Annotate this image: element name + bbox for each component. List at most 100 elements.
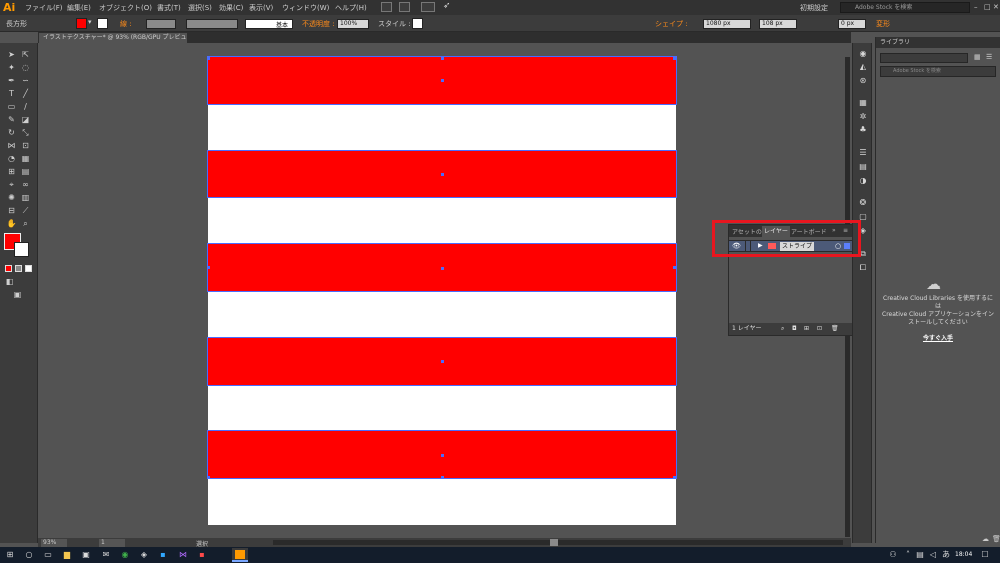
workspace-switcher[interactable]: 初期設定: [800, 3, 828, 13]
pathfinder-panel-icon[interactable]: ⧠: [858, 263, 868, 272]
stock-search-input[interactable]: Adobe Stock を検索: [840, 2, 970, 13]
pen-tool-icon[interactable]: ✒: [6, 75, 17, 86]
symbols-panel-icon[interactable]: ♣: [858, 125, 868, 134]
make-clipping-mask-icon[interactable]: ◘: [792, 323, 797, 335]
bridge-button[interactable]: [381, 2, 392, 12]
lasso-tool-icon[interactable]: ◌: [20, 62, 31, 73]
slice-tool-icon[interactable]: ⟋: [20, 205, 31, 216]
task-view-icon[interactable]: ▭: [43, 550, 53, 560]
variable-width-field[interactable]: [186, 19, 238, 29]
eraser-tool-icon[interactable]: ◪: [20, 114, 31, 125]
acrobat-icon[interactable]: ▪: [197, 550, 207, 560]
menu-object[interactable]: オブジェクト(O): [99, 3, 152, 13]
none-mode-button[interactable]: [25, 265, 32, 272]
blend-tool-icon[interactable]: ∞: [20, 179, 31, 190]
install-now-link[interactable]: 今すぐ入手: [881, 335, 995, 343]
menu-view[interactable]: 表示(V): [249, 3, 273, 13]
mail-icon[interactable]: ✉: [101, 550, 111, 560]
store-icon[interactable]: ▣: [81, 550, 91, 560]
zoom-field[interactable]: 93%: [41, 539, 67, 547]
symbol-sprayer-icon[interactable]: ✺: [6, 192, 17, 203]
properties-panel-icon[interactable]: ◭: [858, 62, 868, 71]
document-tab[interactable]: イラストテクスチャー* @ 93% (RGB/GPU プレビュー): [39, 33, 187, 43]
stock-button[interactable]: [399, 2, 410, 12]
mesh-tool-icon[interactable]: ⊞: [6, 166, 17, 177]
trash-icon[interactable]: 🗑: [992, 535, 1000, 543]
bounding-box-handle[interactable]: [673, 57, 676, 60]
artboard[interactable]: [207, 56, 677, 525]
free-transform-icon[interactable]: ⊡: [20, 140, 31, 151]
stroke-weight-field[interactable]: [146, 19, 176, 29]
photoshop-icon[interactable]: ▪: [158, 550, 168, 560]
artboard-navigation-field[interactable]: 1: [99, 539, 125, 547]
shape-builder-icon[interactable]: ◔: [6, 153, 17, 164]
tray-chevron-icon[interactable]: ˄: [903, 550, 913, 560]
perspective-grid-icon[interactable]: ▦: [20, 153, 31, 164]
cc-sync-icon[interactable]: ☁: [982, 535, 989, 543]
file-explorer-icon[interactable]: ▆: [62, 550, 72, 560]
width-tool-icon[interactable]: ⋈: [6, 140, 17, 151]
horizontal-scrollbar[interactable]: [273, 540, 843, 545]
height-field[interactable]: 108 px: [759, 19, 797, 29]
stroke-panel-icon[interactable]: ☰: [858, 148, 868, 157]
bounding-box-handle[interactable]: [673, 266, 676, 269]
grid-view-icon[interactable]: ▦: [974, 53, 983, 62]
ime-indicator[interactable]: あ: [941, 550, 951, 560]
appearance-panel-icon[interactable]: ◉: [858, 49, 868, 58]
brushes-panel-icon[interactable]: ✲: [858, 112, 868, 121]
bounding-box-handle[interactable]: [441, 57, 444, 60]
delete-layer-icon[interactable]: 🗑: [831, 323, 839, 335]
line-tool-icon[interactable]: ╱: [20, 88, 31, 99]
shape-label[interactable]: シェイプ :: [655, 19, 688, 29]
color-guide-icon[interactable]: ⊛: [858, 76, 868, 85]
minimize-button[interactable]: –: [974, 3, 978, 11]
color-panel-icon[interactable]: ❂: [858, 198, 868, 207]
volume-icon[interactable]: ◁: [928, 550, 938, 560]
scrollbar-thumb[interactable]: [550, 539, 558, 546]
bounding-box-handle[interactable]: [207, 476, 210, 479]
menu-edit[interactable]: 編集(E): [67, 3, 91, 13]
chrome-icon[interactable]: ◉: [120, 550, 130, 560]
opacity-field[interactable]: 100%: [337, 19, 369, 29]
stroke-label[interactable]: 線 :: [120, 19, 132, 29]
stroke-color-box[interactable]: [14, 242, 29, 257]
close-button[interactable]: ✕: [993, 3, 999, 11]
opacity-label[interactable]: 不透明度 :: [302, 19, 335, 29]
maximize-button[interactable]: □: [984, 3, 991, 11]
cortana-search-icon[interactable]: ○: [24, 550, 34, 560]
magic-wand-icon[interactable]: ✦: [6, 62, 17, 73]
column-graph-icon[interactable]: ▥: [20, 192, 31, 203]
scale-tool-icon[interactable]: ⤡: [20, 127, 31, 138]
corner-radius-field[interactable]: 0 px: [838, 19, 866, 29]
gradient-mode-button[interactable]: [15, 265, 22, 272]
menu-window[interactable]: ウィンドウ(W): [282, 3, 329, 13]
gradient-panel-icon[interactable]: ▤: [858, 162, 868, 171]
menu-type[interactable]: 書式(T): [157, 3, 181, 13]
bounding-box-handle[interactable]: [207, 57, 210, 60]
menu-select[interactable]: 選択(S): [188, 3, 212, 13]
gradient-tool-icon[interactable]: ▤: [20, 166, 31, 177]
type-tool-icon[interactable]: T: [6, 88, 17, 99]
new-layer-icon[interactable]: ⊡: [817, 323, 822, 335]
bounding-box-handle[interactable]: [673, 476, 676, 479]
people-icon[interactable]: ⚇: [888, 550, 898, 560]
chevron-down-icon[interactable]: ▾: [88, 18, 92, 26]
transparency-panel-icon[interactable]: ◑: [858, 176, 868, 185]
list-view-icon[interactable]: ☰: [986, 53, 995, 62]
color-mode-button[interactable]: [5, 265, 12, 272]
graphic-style-swatch[interactable]: [412, 18, 423, 29]
screen-mode-icon[interactable]: ▣: [12, 289, 23, 300]
stroke-swatch[interactable]: [97, 18, 108, 29]
network-icon[interactable]: ▤: [915, 550, 925, 560]
illustrator-taskbar-button[interactable]: [232, 548, 248, 562]
selection-tool-icon[interactable]: ➤: [6, 49, 17, 60]
artboard-tool-icon[interactable]: ⊟: [6, 205, 17, 216]
align-panel-icon[interactable]: ▦: [858, 98, 868, 107]
clock[interactable]: 18:04: [955, 551, 972, 558]
shaper-tool-icon[interactable]: ✎: [6, 114, 17, 125]
hand-tool-icon[interactable]: ✋: [6, 218, 17, 229]
bounding-box-handle[interactable]: [207, 266, 210, 269]
menu-help[interactable]: ヘルプ(H): [335, 3, 367, 13]
gpu-icon[interactable]: ➶: [443, 1, 451, 11]
eyedropper-icon[interactable]: ⌖: [6, 179, 17, 190]
